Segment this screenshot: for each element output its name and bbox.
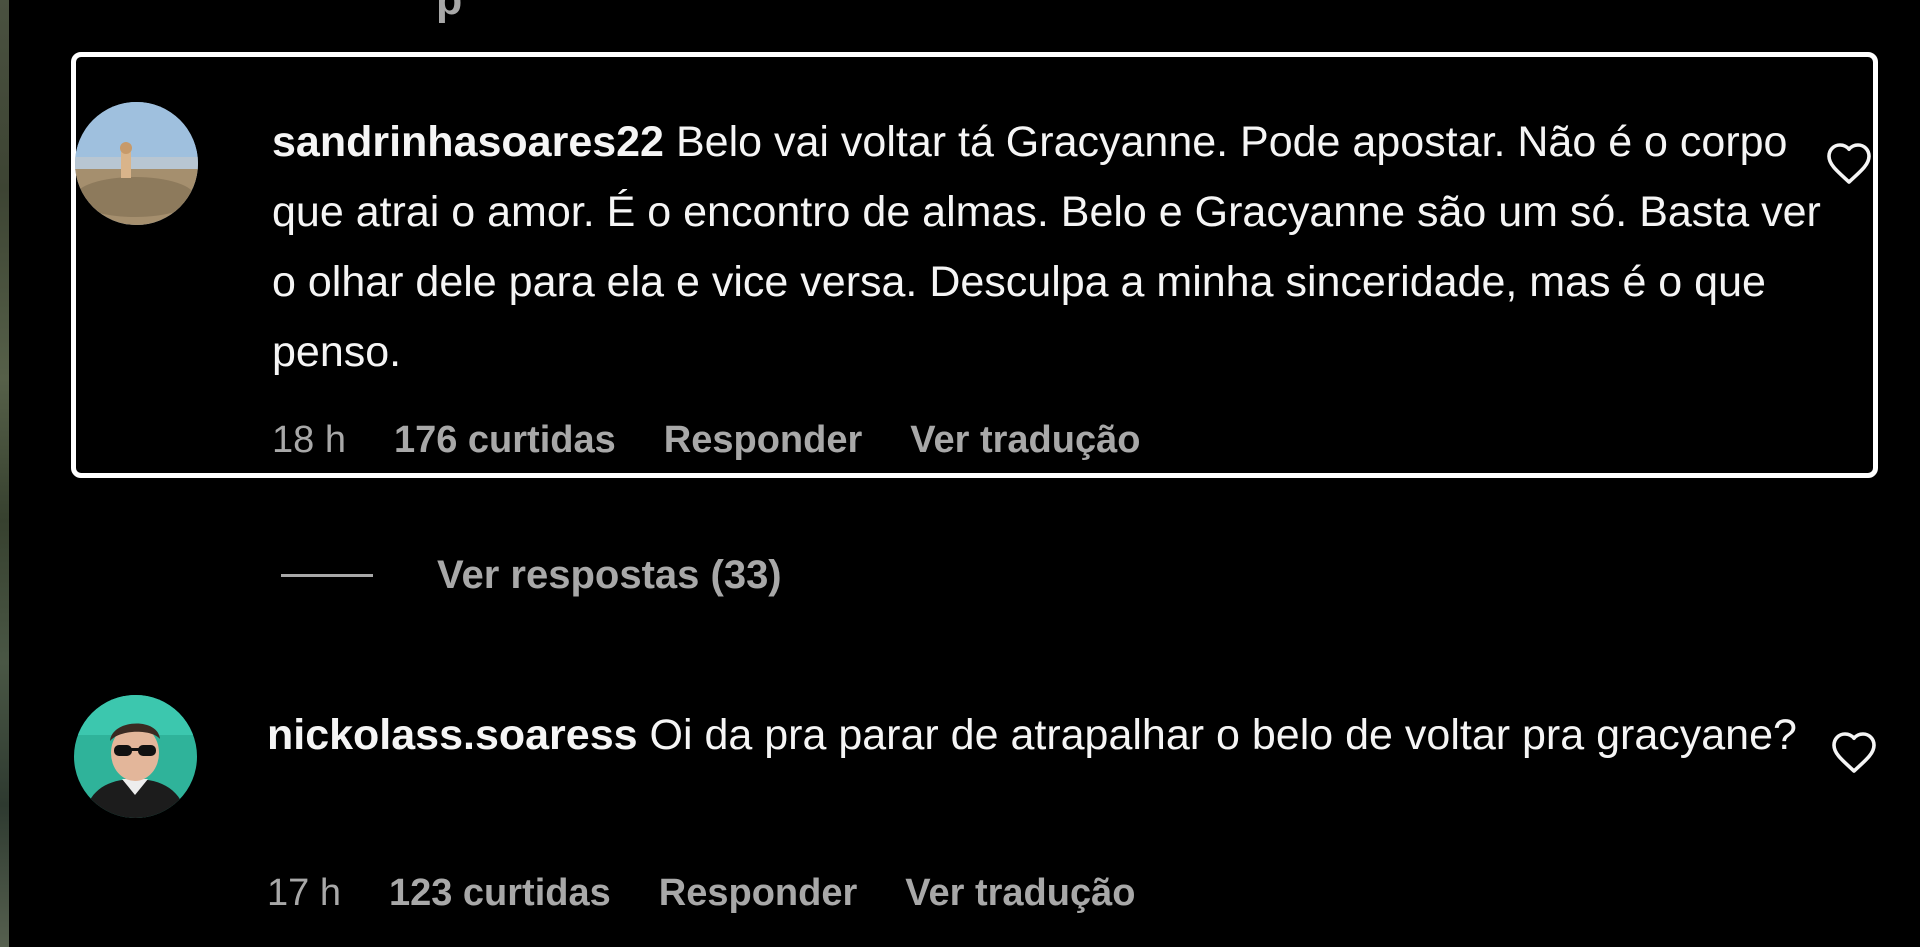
background-photo-edge xyxy=(0,0,9,947)
comment-likes-count[interactable]: 123 curtidas xyxy=(389,872,611,915)
comment-time: 17 h xyxy=(267,872,341,914)
comment-body: nickolass.soaress Oi da pra parar de atra… xyxy=(267,700,1827,770)
replies-divider-line xyxy=(281,574,373,577)
comment-username[interactable]: sandrinhasoares22 xyxy=(272,118,664,166)
comment-meta: 18 h 176 curtidas Responder Ver tradução xyxy=(272,419,1140,462)
view-replies-toggle[interactable]: Ver respostas (33) xyxy=(281,553,782,598)
heart-outline-icon[interactable] xyxy=(1830,730,1878,774)
comment-time: 18 h xyxy=(272,419,346,461)
reply-button[interactable]: Responder xyxy=(664,419,862,462)
heart-outline-icon[interactable] xyxy=(1825,141,1873,185)
view-replies-label[interactable]: Ver respostas (33) xyxy=(437,553,782,598)
avatar-photo xyxy=(74,695,197,818)
comment-meta: 17 h 123 curtidas Responder Ver tradução xyxy=(267,872,1135,915)
comment-highlighted: sandrinhasoares22 Belo vai voltar tá Grac… xyxy=(71,52,1878,478)
comment: nickolass.soaress Oi da pra parar de atra… xyxy=(71,690,1878,947)
previous-view-replies-partial[interactable]: p xyxy=(436,0,462,25)
reply-button[interactable]: Responder xyxy=(659,872,857,915)
comment-likes-count[interactable]: 176 curtidas xyxy=(394,419,616,462)
comment-text: Oi da pra parar de atrapalhar o belo de … xyxy=(649,711,1797,759)
translate-button[interactable]: Ver tradução xyxy=(910,419,1140,462)
comment-username[interactable]: nickolass.soaress xyxy=(267,711,638,759)
comment-body: sandrinhasoares22 Belo vai voltar tá Grac… xyxy=(272,107,1832,387)
avatar[interactable] xyxy=(74,695,197,818)
translate-button[interactable]: Ver tradução xyxy=(905,872,1135,915)
avatar-photo xyxy=(75,102,198,225)
avatar[interactable] xyxy=(75,102,198,225)
